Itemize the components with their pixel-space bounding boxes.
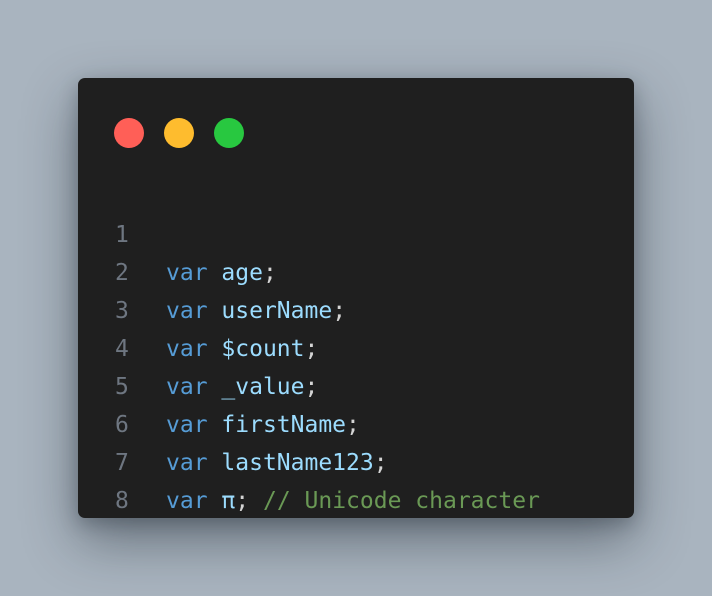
close-button[interactable] bbox=[114, 118, 144, 148]
code-line: 1 var age; bbox=[78, 178, 634, 286]
code-line: 5 var firstName; bbox=[78, 330, 634, 438]
code-line: 7 var π; // Unicode character bbox=[78, 406, 634, 514]
code-line: 3 var $count; bbox=[78, 254, 634, 362]
line-content: var π; // Unicode character bbox=[166, 482, 540, 520]
code-editor[interactable]: 1 var age; 2 var userName; 3 var $count;… bbox=[78, 178, 634, 514]
semicolon: ; bbox=[235, 488, 250, 514]
code-line: 6 var lastName123; bbox=[78, 368, 634, 476]
comment: // Unicode character bbox=[249, 488, 540, 514]
minimize-button[interactable] bbox=[164, 118, 194, 148]
code-line: 2 var userName; bbox=[78, 216, 634, 324]
identifier: π bbox=[221, 488, 236, 514]
code-window: 1 var age; 2 var userName; 3 var $count;… bbox=[78, 78, 634, 518]
code-line: 8 bbox=[78, 444, 634, 514]
code-line: 4 var _value; bbox=[78, 292, 634, 400]
zoom-button[interactable] bbox=[214, 118, 244, 148]
keyword: var bbox=[166, 488, 208, 514]
line-number: 8 bbox=[115, 488, 129, 514]
